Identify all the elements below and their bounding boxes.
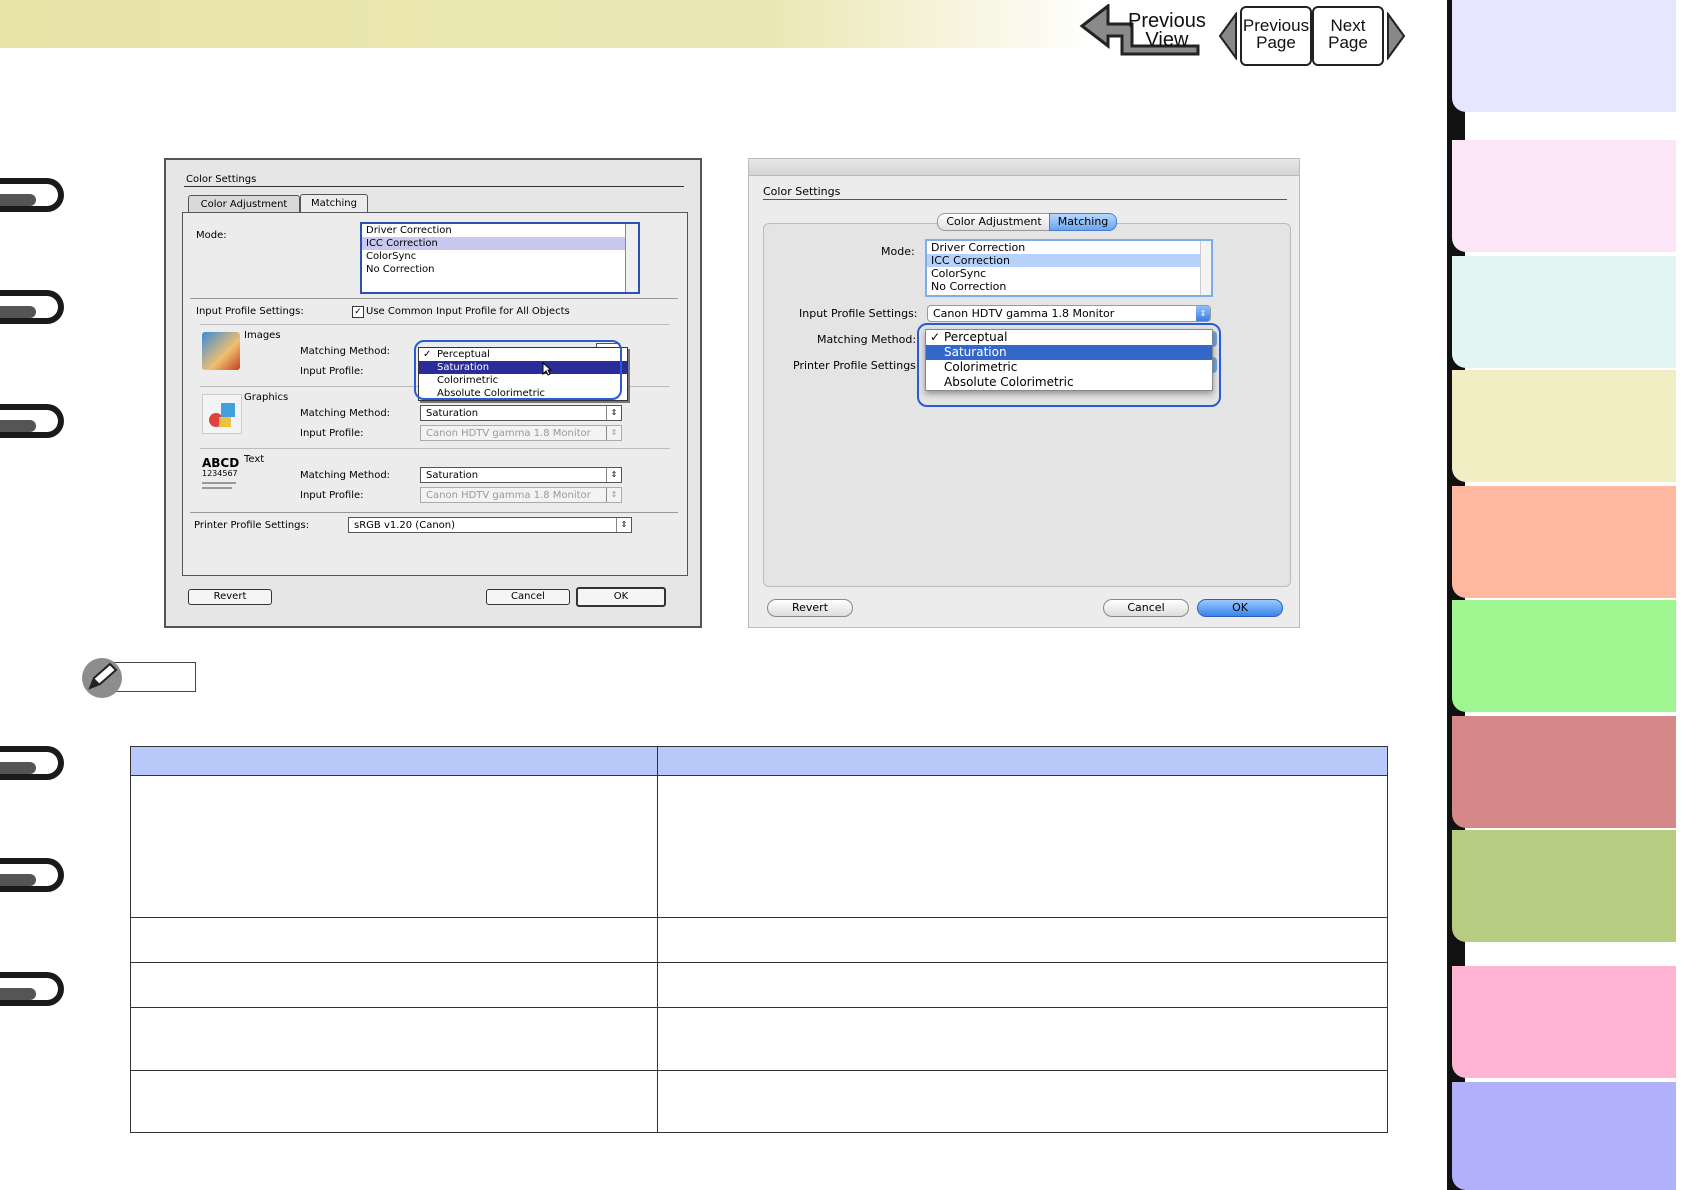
list-item[interactable]: ColorSync — [927, 267, 1211, 280]
revert-button[interactable]: Revert — [188, 589, 272, 605]
highlight-callout — [414, 340, 622, 400]
side-tab-8[interactable] — [1452, 830, 1676, 942]
input-profile-settings-label: Input Profile Settings: — [799, 307, 918, 320]
dialog-title: Color Settings — [186, 174, 257, 185]
table-header-row — [130, 746, 1388, 776]
previous-view-button[interactable]: Previous View — [1078, 4, 1208, 62]
list-item[interactable]: ColorSync — [362, 250, 638, 263]
binder-ring — [0, 746, 64, 780]
binder-ring — [0, 404, 64, 438]
table-cell — [130, 917, 658, 963]
images-label: Images — [244, 330, 281, 341]
mode-list[interactable]: Driver Correction ICC Correction ColorSy… — [360, 222, 640, 294]
table-header-cell — [657, 746, 1388, 776]
right-arrow-icon — [1387, 12, 1406, 60]
info-table — [130, 746, 1388, 1133]
table-cell — [657, 962, 1388, 1008]
list-item[interactable]: ICC Correction — [362, 237, 638, 250]
tab-color-adjustment[interactable]: Color Adjustment — [937, 213, 1051, 231]
mode-list[interactable]: Driver Correction ICC Correction ColorSy… — [925, 239, 1213, 297]
images-matching-method-label: Matching Method: — [300, 346, 391, 357]
binder-ring — [0, 972, 64, 1006]
side-tab-5[interactable] — [1452, 486, 1676, 598]
text-matching-method-label: Matching Method: — [300, 470, 391, 481]
left-arrow-icon — [1218, 12, 1237, 60]
graphics-label: Graphics — [244, 392, 289, 403]
graphics-input-profile-label: Input Profile: — [300, 428, 364, 439]
scrollbar[interactable] — [625, 224, 638, 292]
graphics-matching-method-label: Matching Method: — [300, 408, 391, 419]
input-profile-popup[interactable]: Canon HDTV gamma 1.8 Monitor ⇕ — [927, 305, 1211, 322]
dialog-title: Color Settings — [763, 185, 841, 198]
side-tab-2[interactable] — [1452, 140, 1676, 252]
side-tab-1[interactable] — [1452, 0, 1676, 112]
common-profile-checkbox[interactable]: ✓ — [352, 306, 364, 318]
text-matching-method-popup[interactable]: Saturation ⇕ — [420, 467, 622, 483]
table-row — [130, 962, 1388, 1008]
table-cell — [657, 1070, 1388, 1133]
list-item[interactable]: Driver Correction — [362, 224, 638, 237]
input-profile-settings-label: Input Profile Settings: — [196, 306, 304, 317]
pencil-icon — [82, 658, 122, 698]
next-page-button[interactable]: Next Page — [1312, 6, 1384, 66]
text-icon: ABCD 1234567 — [202, 456, 240, 494]
tab-color-adjustment[interactable]: Color Adjustment — [188, 195, 300, 213]
common-profile-label: Use Common Input Profile for All Objects — [366, 306, 570, 317]
list-item[interactable]: No Correction — [927, 280, 1211, 293]
printer-profile-label: Printer Profile Settings: — [194, 520, 310, 531]
text-label: Text — [244, 454, 265, 465]
highlight-callout — [917, 323, 1221, 407]
list-item[interactable]: No Correction — [362, 263, 638, 276]
scrollbar[interactable] — [1200, 241, 1211, 295]
side-tab-10[interactable] — [1452, 1082, 1676, 1190]
ok-button[interactable]: OK — [576, 587, 666, 607]
table-cell — [657, 1007, 1388, 1071]
binder-ring — [0, 858, 64, 892]
table-cell — [130, 1070, 658, 1133]
mode-label: Mode: — [881, 245, 915, 258]
table-row — [130, 1070, 1388, 1133]
printer-profile-label: Printer Profile Settings: — [793, 359, 920, 372]
cancel-button[interactable]: Cancel — [1103, 599, 1189, 617]
text-input-profile-label: Input Profile: — [300, 490, 364, 501]
table-cell — [130, 775, 658, 918]
cancel-button[interactable]: Cancel — [486, 589, 570, 605]
graphics-input-profile-popup[interactable]: Canon HDTV gamma 1.8 Monitor ⇕ — [420, 425, 622, 441]
matching-method-label: Matching Method: — [817, 333, 917, 346]
previous-page-button[interactable]: Previous Page — [1240, 6, 1312, 66]
mode-label: Mode: — [196, 230, 227, 241]
graphics-icon — [202, 394, 242, 434]
text-input-profile-popup[interactable]: Canon HDTV gamma 1.8 Monitor ⇕ — [420, 487, 622, 503]
ok-button[interactable]: OK — [1197, 599, 1283, 617]
table-row — [130, 1007, 1388, 1071]
header-banner — [0, 0, 1100, 48]
side-tab-4[interactable] — [1452, 370, 1676, 482]
binder-ring — [0, 290, 64, 324]
color-settings-dialog-classic: Color Settings Color Adjustment Matching… — [164, 158, 702, 628]
table-cell — [657, 775, 1388, 918]
table-row — [130, 775, 1388, 918]
images-input-profile-label: Input Profile: — [300, 366, 364, 377]
tab-matching[interactable]: Matching — [1049, 213, 1117, 231]
table-header-cell — [130, 746, 658, 776]
table-cell — [130, 1007, 658, 1071]
printer-profile-popup[interactable]: sRGB v1.20 (Canon) ⇕ — [348, 517, 632, 533]
color-settings-dialog-aqua: Color Settings Color Adjustment Matching… — [748, 158, 1300, 628]
tab-matching[interactable]: Matching — [300, 194, 368, 213]
table-cell — [130, 962, 658, 1008]
side-tab-6[interactable] — [1452, 600, 1676, 712]
side-tab-7[interactable] — [1452, 716, 1676, 828]
table-row — [130, 917, 1388, 963]
images-icon — [202, 332, 240, 370]
side-tab-9[interactable] — [1452, 966, 1676, 1078]
list-item[interactable]: Driver Correction — [927, 241, 1211, 254]
side-tab-3[interactable] — [1452, 256, 1676, 368]
graphics-matching-method-popup[interactable]: Saturation ⇕ — [420, 405, 622, 421]
table-cell — [657, 917, 1388, 963]
revert-button[interactable]: Revert — [767, 599, 853, 617]
list-item[interactable]: ICC Correction — [927, 254, 1211, 267]
binder-ring — [0, 178, 64, 212]
